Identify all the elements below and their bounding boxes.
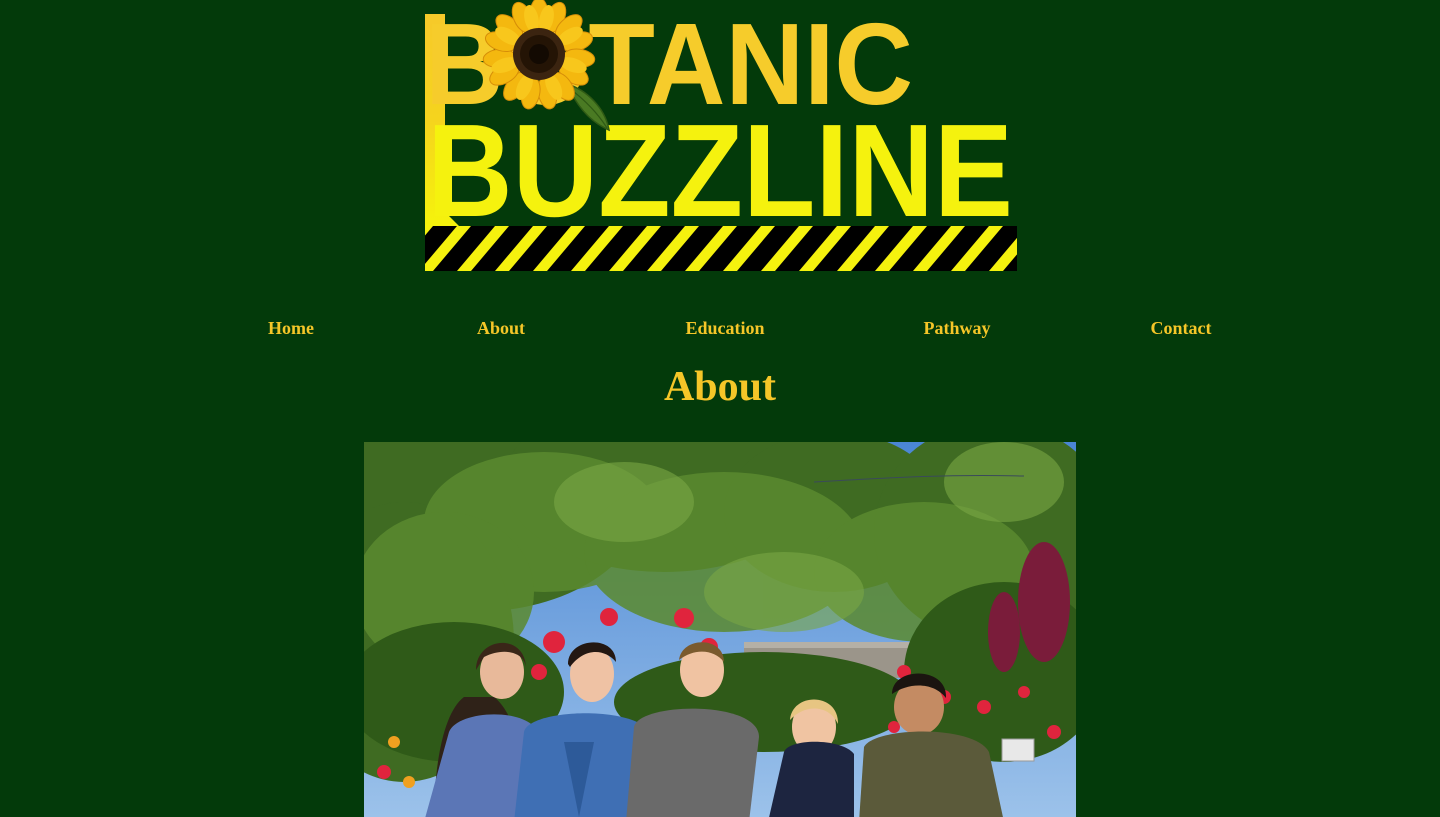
group-photo-image: [364, 442, 1076, 817]
nav-item-pathway[interactable]: Pathway: [924, 317, 991, 339]
main-nav: Home About Education Pathway Contact: [0, 317, 1440, 341]
nav-item-home[interactable]: Home: [268, 317, 314, 339]
nav-item-education[interactable]: Education: [685, 317, 764, 339]
site-logo[interactable]: BOTANIC BUZZLINE: [425, 0, 1017, 271]
page-title: About: [663, 364, 777, 410]
group-photo: [364, 442, 1076, 817]
logo-line2: BUZZLINE: [427, 97, 1013, 244]
logo-graphic: BOTANIC BUZZLINE: [425, 0, 1017, 271]
nav-item-contact[interactable]: Contact: [1151, 317, 1212, 339]
nav-item-about[interactable]: About: [477, 317, 525, 339]
hazard-stripes: [425, 226, 1017, 271]
